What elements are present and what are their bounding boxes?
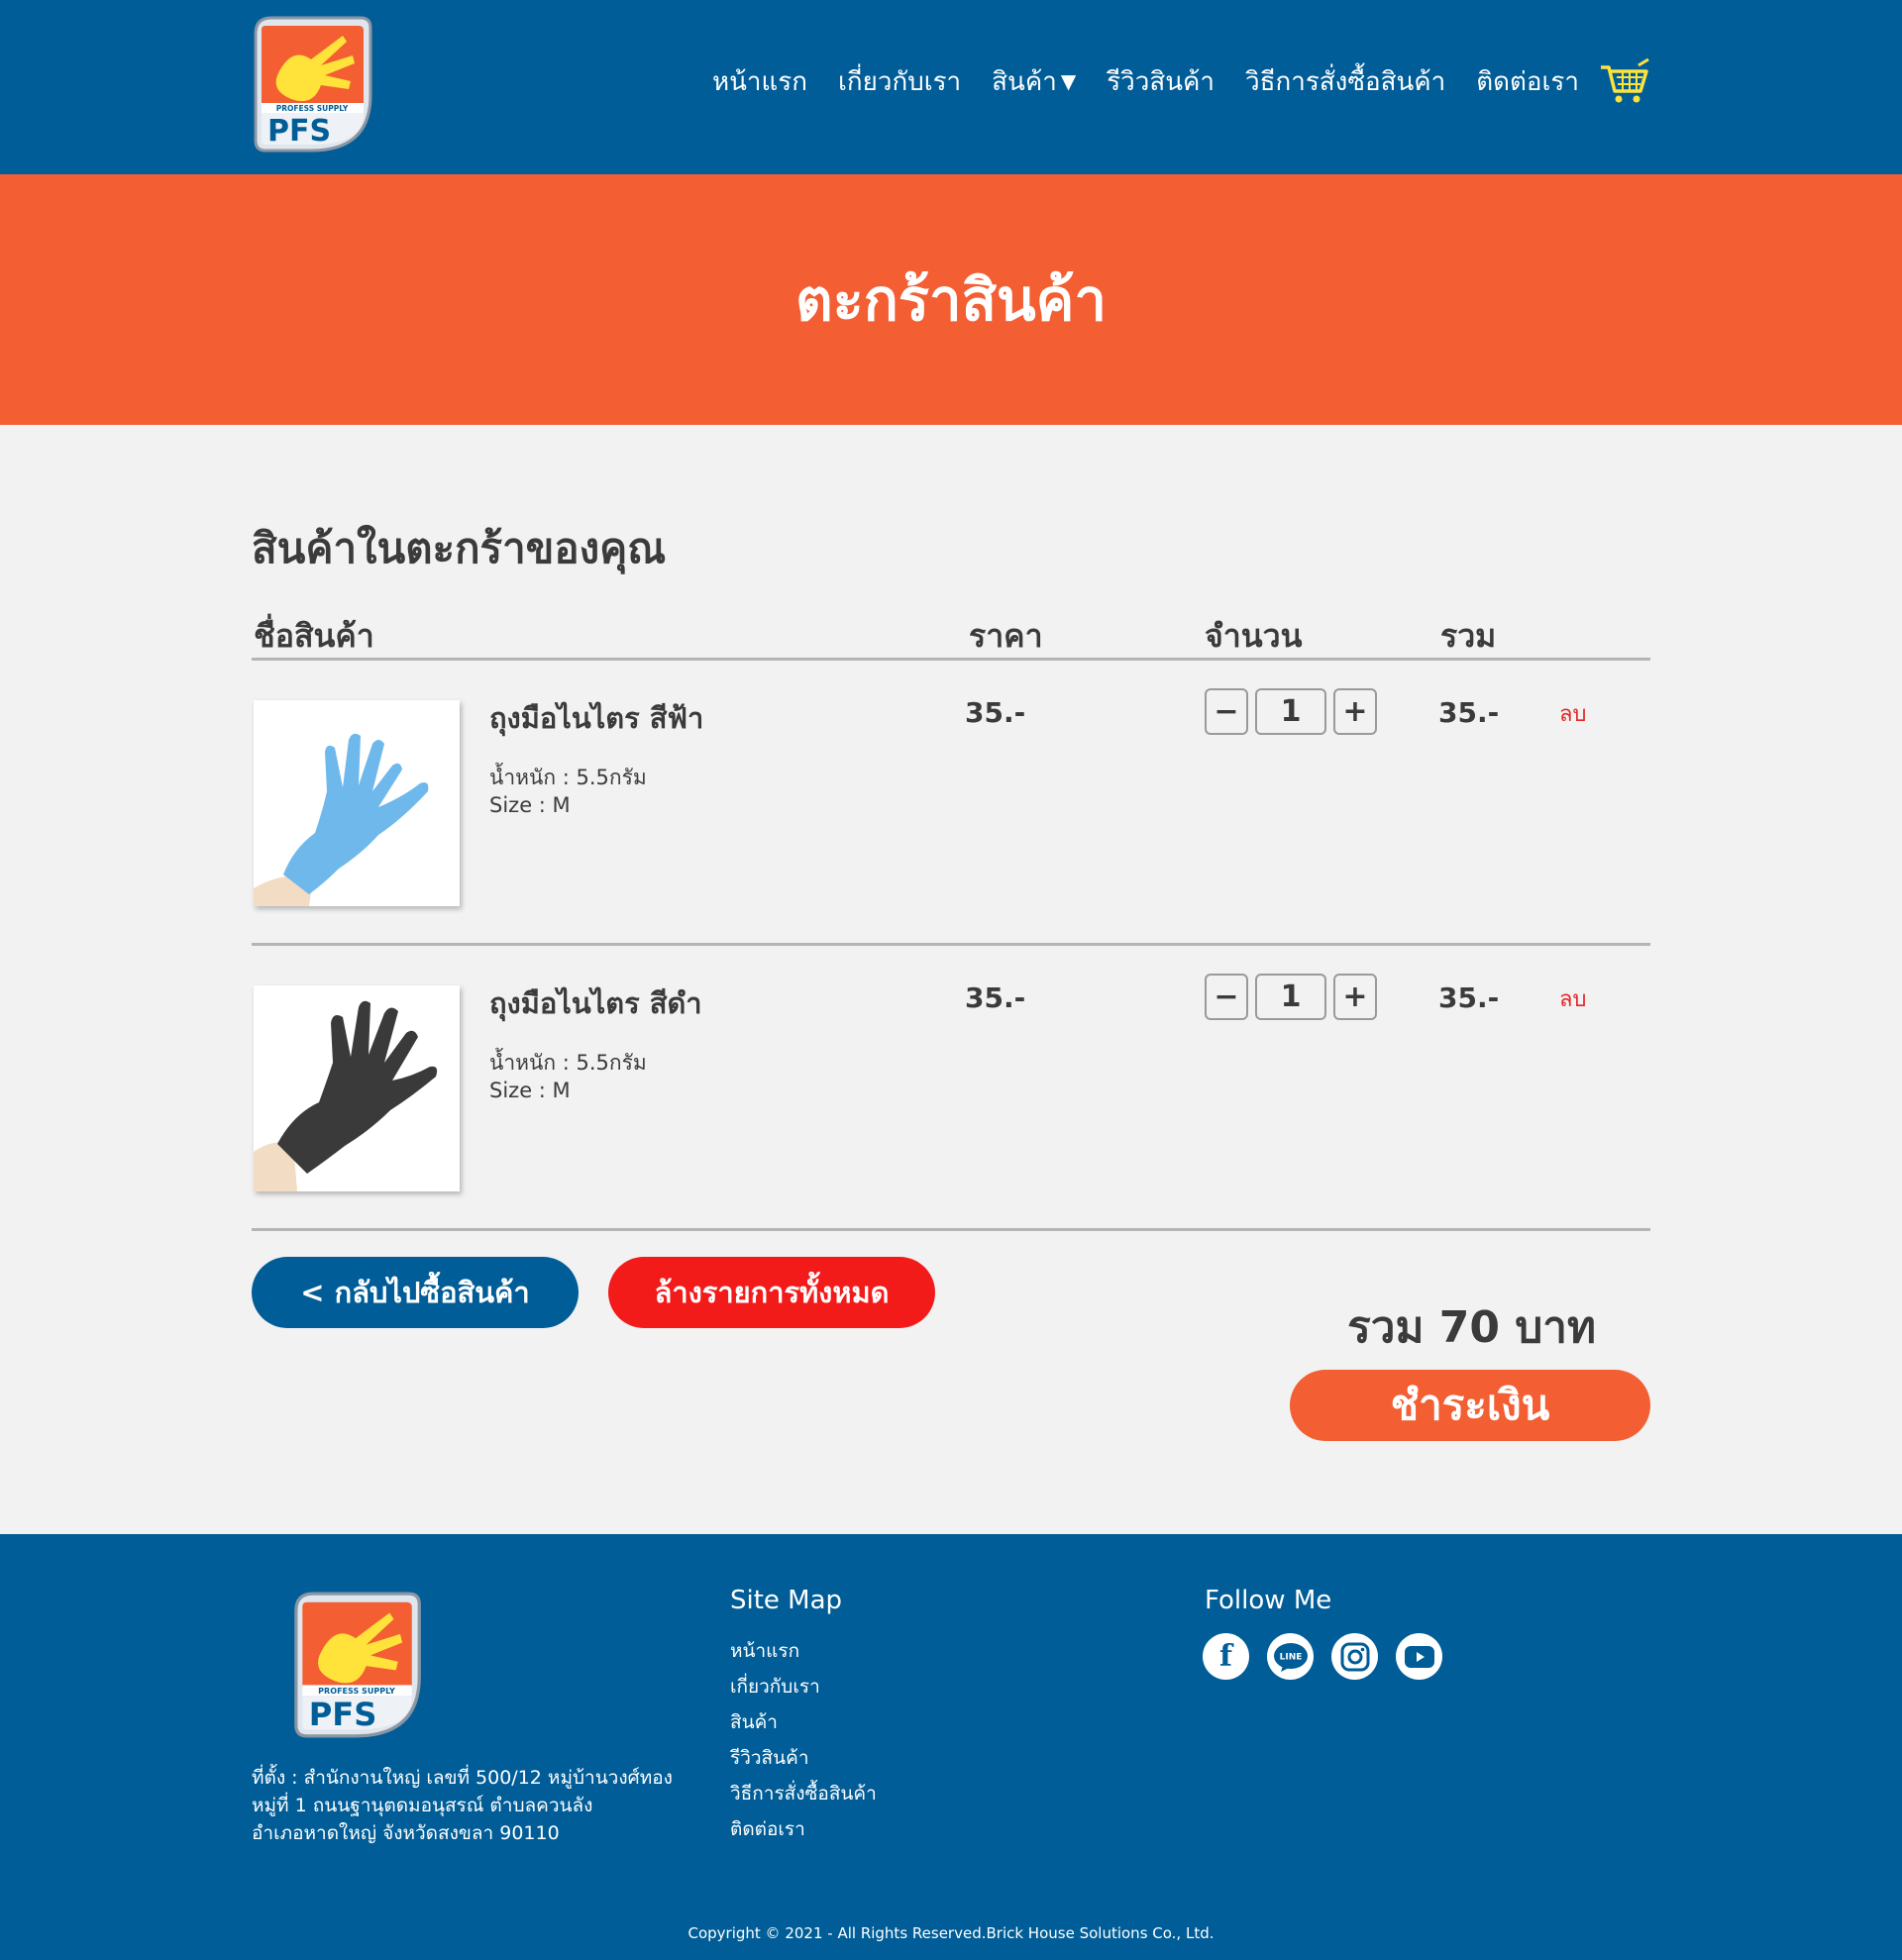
item-price: 35.- [965, 696, 1026, 729]
nav-about-label: เกี่ยวกับเรา [838, 66, 962, 97]
copyright: Copyright © 2021 - All Rights Reserved.B… [687, 1924, 1215, 1942]
youtube-icon[interactable] [1396, 1633, 1442, 1680]
increment-button[interactable]: + [1333, 974, 1377, 1020]
sitemap-link-about[interactable]: เกี่ยวกับเรา [730, 1669, 877, 1704]
nav-home-label: หน้าแรก [712, 66, 807, 97]
item-name: ถุงมือไนไตร สีฟ้า [489, 701, 704, 735]
site-header: PROFESS SUPPLY PFS หน้าแรก เกี่ยวกับเรา … [0, 0, 1902, 174]
site-footer: PROFESS SUPPLY PFS ที่ตั้ง : สำนักงานใหญ… [0, 1534, 1902, 1960]
column-header-price: ราคา [969, 617, 1043, 655]
cart-item-row: ถุงมือไนไตร สีฟ้า น้ำหนัก : 5.5กรัม Size… [252, 661, 1650, 946]
address-line: อำเภอหาดใหญ่ จังหวัดสงขลา 90110 [252, 1822, 560, 1844]
main-nav: หน้าแรก เกี่ยวกับเรา สินค้า ▼ รีวิวสินค้า… [682, 57, 1650, 105]
cart-section-title: สินค้าในตะกร้าของคุณ [252, 524, 667, 572]
item-weight: น้ำหนัก : 5.5กรัม [489, 1051, 647, 1075]
decrement-button[interactable]: − [1205, 974, 1248, 1020]
column-header-name: ชื่อสินค้า [254, 617, 374, 655]
follow-title: Follow Me [1205, 1586, 1332, 1615]
decrement-button[interactable]: − [1205, 688, 1248, 735]
logo-text: PFS [267, 114, 331, 149]
instagram-glyph [1340, 1642, 1369, 1671]
instagram-icon[interactable] [1331, 1633, 1378, 1680]
remove-item-link[interactable]: ลบ [1559, 981, 1586, 1016]
item-total: 35.- [1438, 981, 1500, 1014]
page-banner: ตะกร้าสินค้า [0, 174, 1902, 425]
quantity-value[interactable]: 1 [1255, 688, 1326, 735]
item-price: 35.- [965, 981, 1026, 1014]
remove-item-link[interactable]: ลบ [1559, 696, 1586, 731]
quantity-stepper: − 1 + [1205, 688, 1377, 735]
social-links: f LINE [1203, 1633, 1460, 1680]
increment-button[interactable]: + [1333, 688, 1377, 735]
sitemap-link-home[interactable]: หน้าแรก [730, 1633, 877, 1669]
youtube-glyph [1404, 1645, 1434, 1668]
nav-about[interactable]: เกี่ยวกับเรา [838, 61, 961, 102]
quantity-value[interactable]: 1 [1255, 974, 1326, 1020]
sitemap-title: Site Map [730, 1586, 843, 1615]
column-header-qty: จำนวน [1205, 617, 1303, 655]
nav-reviews[interactable]: รีวิวสินค้า [1107, 61, 1215, 102]
glove-image-black [254, 985, 460, 1191]
footer-logo-subtext: PROFESS SUPPLY [318, 1687, 395, 1696]
logo-subtext: PROFESS SUPPLY [276, 104, 349, 113]
item-meta: น้ำหนัก : 5.5กรัม Size : M [489, 764, 647, 819]
sitemap-link-products[interactable]: สินค้า [730, 1704, 877, 1740]
nav-products-label: สินค้า [992, 66, 1057, 97]
facebook-glyph: f [1219, 1639, 1232, 1674]
page-title: ตะกร้าสินค้า [794, 266, 1108, 334]
grand-total: รวม 70 บาท [1347, 1302, 1596, 1353]
footer-address: ที่ตั้ง : สำนักงานใหญ่ เลขที่ 500/12 หมู… [252, 1764, 673, 1847]
footer-logo[interactable]: PROFESS SUPPLY PFS [291, 1592, 422, 1738]
line-bubble: LINE [1273, 1642, 1308, 1672]
item-size: Size : M [489, 793, 571, 817]
item-size: Size : M [489, 1079, 571, 1102]
address-line: ที่ตั้ง : สำนักงานใหญ่ เลขที่ 500/12 หมู… [252, 1767, 673, 1789]
checkout-button[interactable]: ชำระเงิน [1290, 1370, 1650, 1441]
back-to-shop-button[interactable]: < กลับไปซื้อสินค้า [252, 1257, 579, 1328]
cart-table-header: ชื่อสินค้า ราคา จำนวน รวม [252, 575, 1650, 661]
facebook-icon[interactable]: f [1203, 1633, 1249, 1680]
item-weight: น้ำหนัก : 5.5กรัม [489, 766, 647, 789]
address-line: หมู่ที่ 1 ถนนฐานุตดมอนุสรณ์ ตำบลควนลัง [252, 1795, 593, 1816]
clear-cart-button[interactable]: ล้างรายการทั้งหมด [608, 1257, 935, 1328]
quantity-stepper: − 1 + [1205, 974, 1377, 1020]
cart-section: สินค้าในตะกร้าของคุณ ชื่อสินค้า ราคา จำน… [0, 425, 1902, 1534]
nav-contact-label: ติดต่อเรา [1476, 66, 1579, 97]
item-total: 35.- [1438, 696, 1500, 729]
sitemap-list: หน้าแรก เกี่ยวกับเรา สินค้า รีวิวสินค้า … [730, 1633, 877, 1847]
sitemap-link-reviews[interactable]: รีวิวสินค้า [730, 1740, 877, 1776]
column-header-total: รวม [1440, 617, 1497, 655]
cart-item-row: ถุงมือไนไตร สีดำ น้ำหนัก : 5.5กรัม Size … [252, 946, 1650, 1231]
item-name: ถุงมือไนไตร สีดำ [489, 986, 702, 1020]
chevron-down-icon: ▼ [1060, 69, 1077, 93]
nav-products[interactable]: สินค้า ▼ [992, 61, 1076, 102]
shopping-cart-icon[interactable] [1599, 57, 1650, 105]
nav-home[interactable]: หน้าแรก [712, 61, 807, 102]
item-meta: น้ำหนัก : 5.5กรัม Size : M [489, 1049, 647, 1104]
nav-reviews-label: รีวิวสินค้า [1107, 66, 1215, 97]
sitemap-link-contact[interactable]: ติดต่อเรา [730, 1811, 877, 1847]
footer-logo-text: PFS [309, 1696, 377, 1733]
cart-actions: < กลับไปซื้อสินค้า ล้างรายการทั้งหมด รวม… [252, 1231, 1650, 1528]
nav-how-to-order-label: วิธีการสั่งซื้อสินค้า [1245, 66, 1446, 97]
product-image[interactable] [254, 700, 460, 906]
line-text: LINE [1279, 1652, 1302, 1662]
glove-image-blue [254, 700, 460, 906]
line-icon[interactable]: LINE [1267, 1633, 1314, 1680]
nav-contact[interactable]: ติดต่อเรา [1476, 61, 1579, 102]
product-image[interactable] [254, 985, 460, 1191]
nav-how-to-order[interactable]: วิธีการสั่งซื้อสินค้า [1245, 61, 1445, 102]
sitemap-link-how-to-order[interactable]: วิธีการสั่งซื้อสินค้า [730, 1776, 877, 1811]
pfs-logo[interactable]: PROFESS SUPPLY PFS [252, 16, 372, 153]
